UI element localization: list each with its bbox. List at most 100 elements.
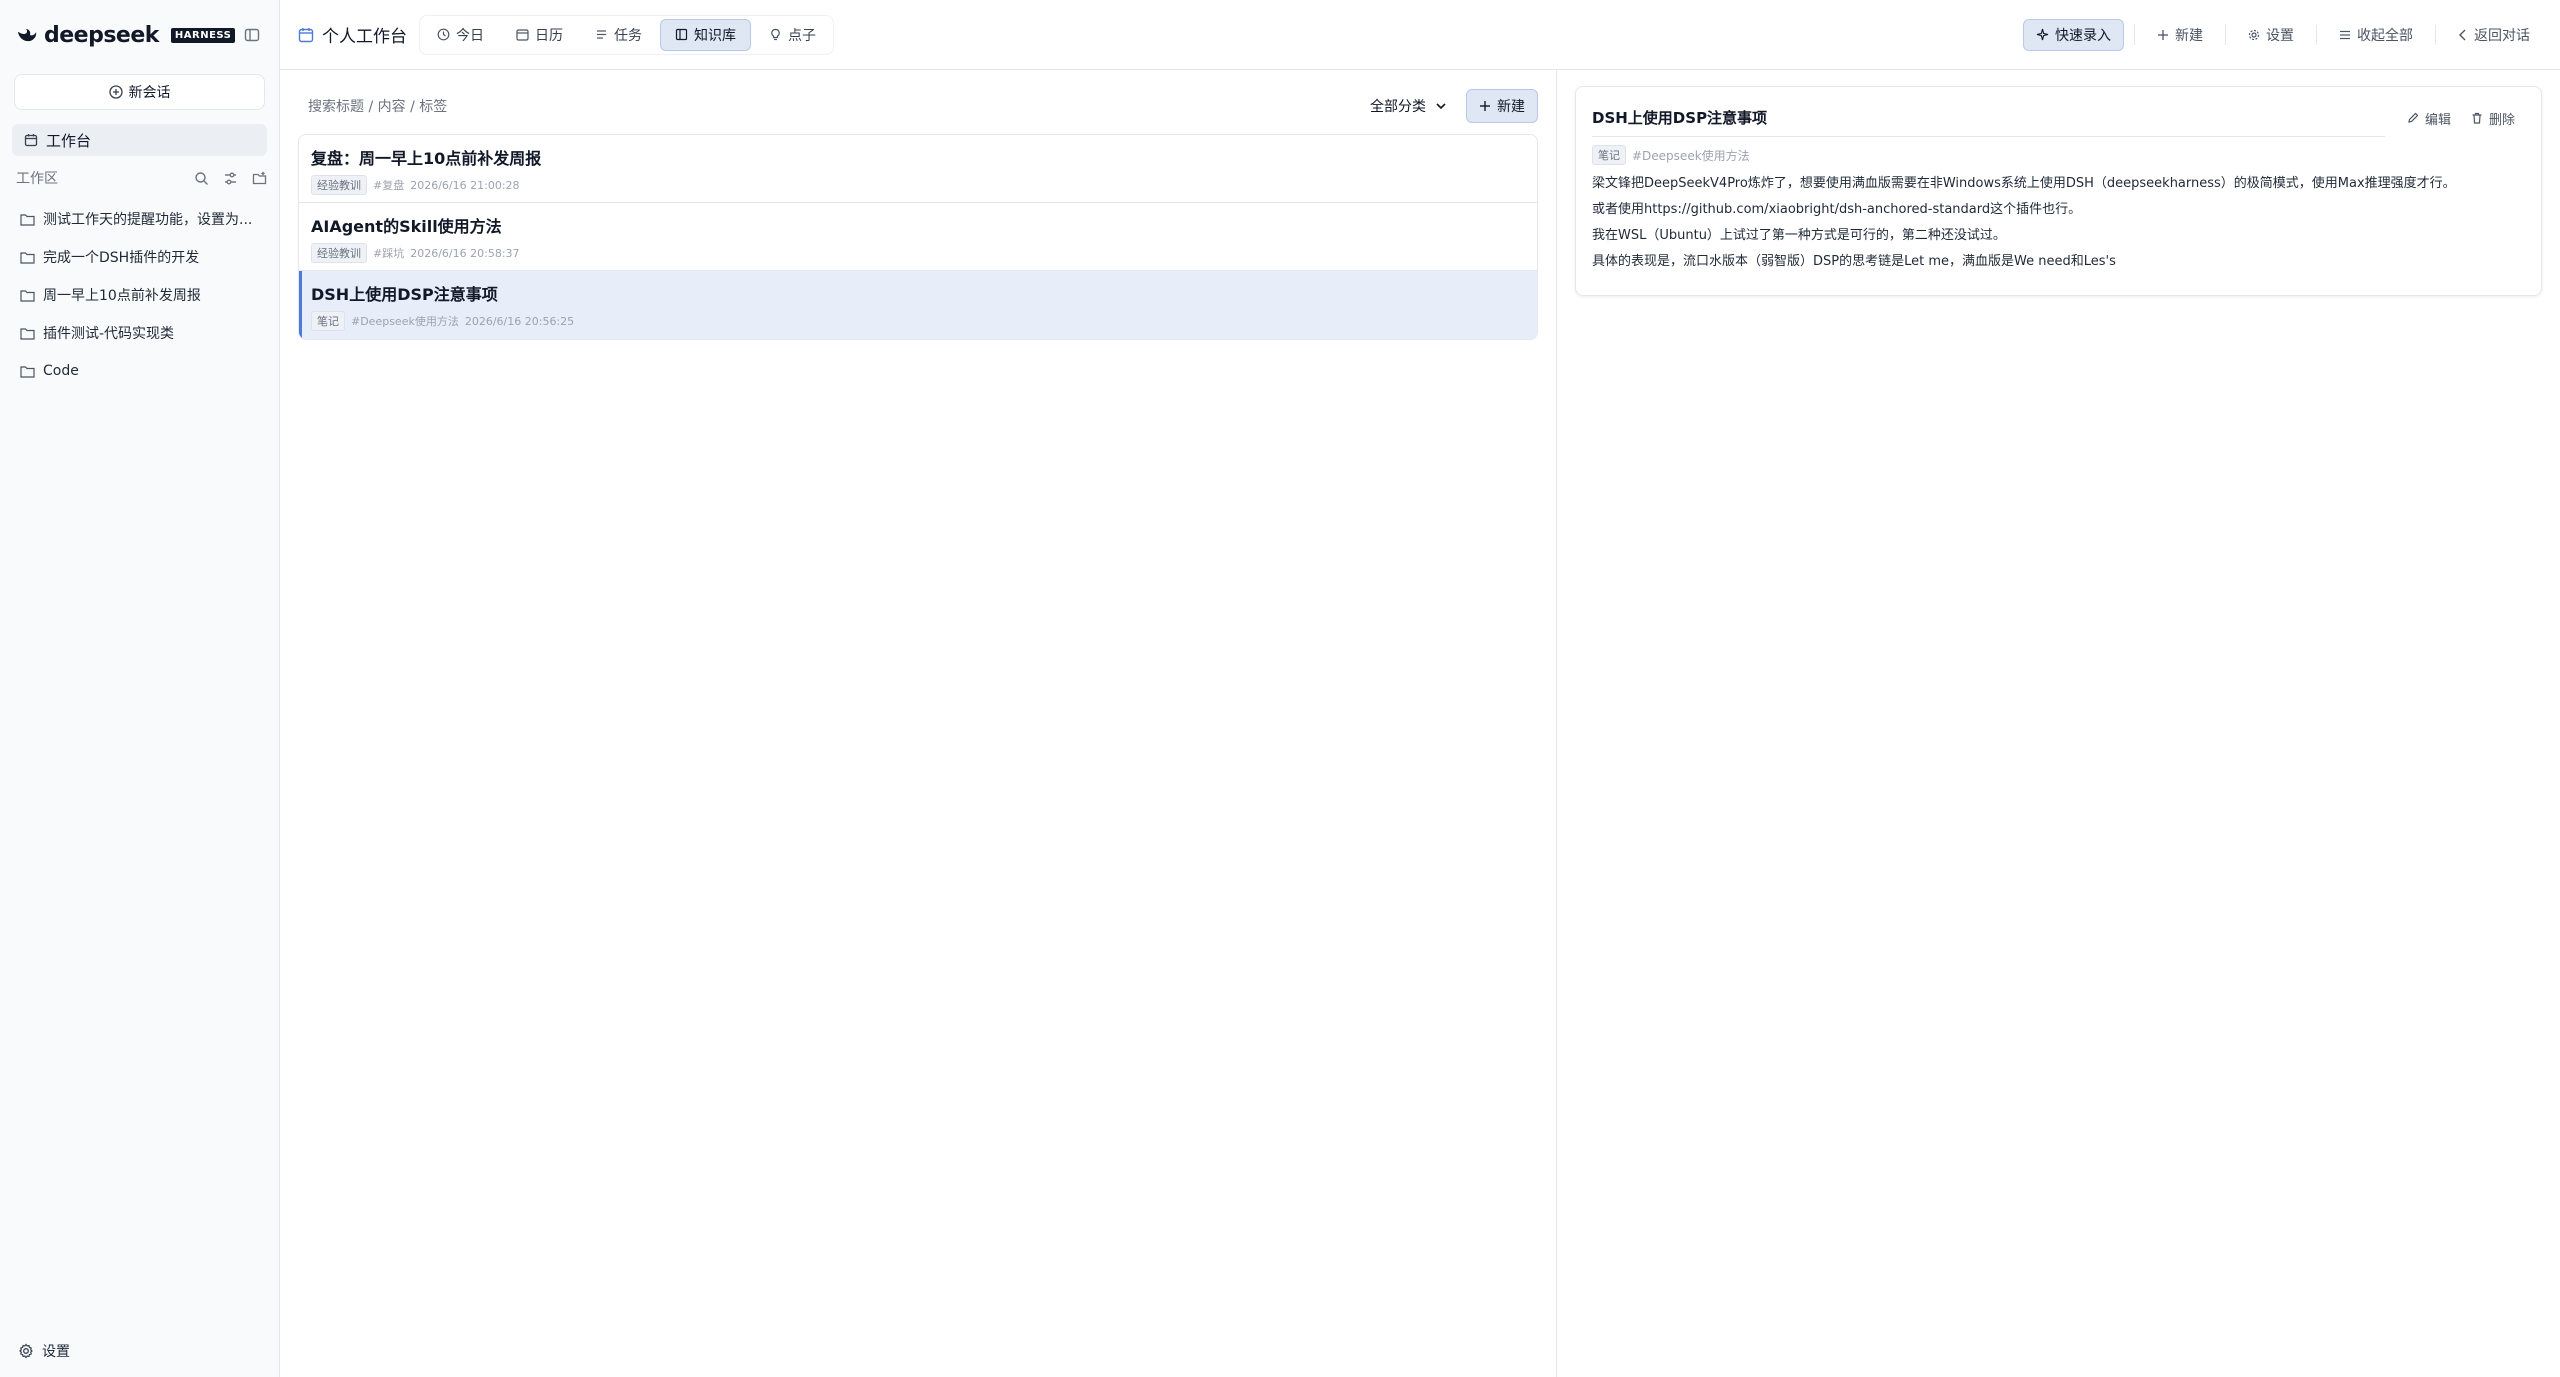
workspace-item-label: 测试工作天的提醒功能，设置为... <box>43 212 253 228</box>
workspace-item-label: 完成一个DSH插件的开发 <box>43 250 200 266</box>
folder-icon <box>20 289 35 302</box>
folder-icon <box>20 213 35 226</box>
search-input[interactable]: 搜索标题 / 内容 / 标签 <box>298 88 1358 124</box>
tab-bar: 今日 日历 任务 知识库 点子 <box>419 14 834 55</box>
clock-icon <box>437 28 450 41</box>
tab-ideas[interactable]: 点子 <box>755 19 830 51</box>
plus-icon <box>2157 29 2169 41</box>
edit-button[interactable]: 编辑 <box>2397 104 2461 132</box>
new-folder-icon[interactable] <box>252 171 267 186</box>
collapse-all-label: 收起全部 <box>2357 27 2413 44</box>
list-icon <box>2339 29 2351 41</box>
back-label: 返回对话 <box>2474 27 2530 44</box>
delete-button[interactable]: 删除 <box>2461 104 2525 132</box>
edit-label: 编辑 <box>2424 112 2451 128</box>
note-title: AIAgent的Skill使用方法 <box>311 217 502 236</box>
calendar-icon <box>516 28 529 41</box>
note-line: 我在WSL（Ubuntu）上试过了第一种方式是可行的，第二种还没试过。 <box>1592 228 2006 243</box>
list-item-selected[interactable]: DSH上使用DSP注意事项 笔记 #Deepseek使用方法 2026/6/16… <box>299 271 1537 339</box>
note-detail-card: DSH上使用DSP注意事项 编辑 删除 笔记 #Deepseek使用方法 梁文锋… <box>1575 86 2542 296</box>
calendar-icon <box>24 133 38 147</box>
note-hashtag: #Deepseek使用方法 <box>1632 148 1750 163</box>
note-line: 梁文锋把DeepSeekV4Pro炼炸了，想要使用满血版需要在非Windows系… <box>1592 176 2456 191</box>
note-hashtag: #踩坑 <box>373 247 405 260</box>
quick-entry-label: 快速录入 <box>2055 27 2111 44</box>
plus-circle-icon <box>108 85 123 99</box>
chevron-down-icon <box>1436 102 1446 110</box>
note-time: 2026/6/16 20:58:37 <box>410 246 520 260</box>
sidebar: deepseek HARNESS 新会话 工作台 工作区 测试工作天的提醒功能，… <box>0 0 280 1377</box>
new-chat-button[interactable]: 新会话 <box>14 74 265 110</box>
tab-tasks[interactable]: 任务 <box>581 19 656 51</box>
list-toolbar: 搜索标题 / 内容 / 标签 全部分类 新建 <box>298 88 1538 124</box>
note-hashtag: #Deepseek使用方法 <box>351 315 459 328</box>
divider <box>2225 24 2226 45</box>
sidebar-settings-button[interactable]: 设置 <box>18 1341 70 1361</box>
list-item[interactable]: 复盘：周一早上10点前补发周报 经验教训 #复盘 2026/6/16 21:00… <box>299 135 1537 203</box>
tab-label: 点子 <box>788 27 816 44</box>
new-note-button[interactable]: 新建 <box>1466 89 1538 123</box>
page-title-text: 个人工作台 <box>322 27 407 47</box>
folder-icon <box>20 327 35 340</box>
tab-calendar[interactable]: 日历 <box>502 19 577 51</box>
note-title: DSH上使用DSP注意事项 <box>311 285 498 304</box>
tab-label: 任务 <box>614 27 642 44</box>
brand-logo[interactable]: deepseek HARNESS <box>16 22 236 48</box>
calendar-icon <box>298 27 314 43</box>
book-icon <box>675 28 688 41</box>
note-hashtag: #复盘 <box>373 179 405 192</box>
settings-label: 设置 <box>42 1344 70 1360</box>
trash-icon <box>2471 112 2483 124</box>
tab-label: 今日 <box>456 27 484 44</box>
gear-icon <box>18 1343 34 1359</box>
divider <box>2134 24 2135 45</box>
workspace-item[interactable]: 测试工作天的提醒功能，设置为... <box>0 200 279 238</box>
notes-list: 复盘：周一早上10点前补发周报 经验教训 #复盘 2026/6/16 21:00… <box>298 134 1538 340</box>
note-detail-title[interactable]: DSH上使用DSP注意事项 <box>1592 107 2385 137</box>
sidebar-item-workbench[interactable]: 工作台 <box>12 124 267 156</box>
workspace-item-label: Code <box>43 363 79 379</box>
workspace-title: 工作区 <box>16 171 58 187</box>
delete-label: 删除 <box>2488 112 2515 128</box>
new-label: 新建 <box>2175 27 2203 44</box>
tab-knowledge-base[interactable]: 知识库 <box>660 18 751 51</box>
page-title: 个人工作台 <box>298 22 407 47</box>
tab-today[interactable]: 今日 <box>423 19 498 51</box>
main-area: 个人工作台 今日 日历 任务 知识库 点子 快速录入 新建 设置 收起全部 返回… <box>280 0 2560 1377</box>
quick-entry-button[interactable]: 快速录入 <box>2023 18 2124 51</box>
sparkle-icon <box>2036 28 2049 41</box>
whale-logo-icon <box>16 26 38 44</box>
category-value: 全部分类 <box>1370 99 1426 115</box>
divider <box>2435 24 2436 45</box>
pencil-icon <box>2407 112 2419 124</box>
workspace-item[interactable]: 完成一个DSH插件的开发 <box>0 238 279 276</box>
list-item[interactable]: AIAgent的Skill使用方法 经验教训 #踩坑 2026/6/16 20:… <box>299 203 1537 271</box>
brand-name: deepseek <box>44 22 159 48</box>
new-button[interactable]: 新建 <box>2145 19 2215 51</box>
folder-icon <box>20 251 35 264</box>
filter-icon[interactable] <box>223 171 238 186</box>
category-select[interactable]: 全部分类 <box>1358 89 1458 123</box>
topbar: 个人工作台 今日 日历 任务 知识库 点子 快速录入 新建 设置 收起全部 返回… <box>280 0 2560 70</box>
workspace-item[interactable]: 周一早上10点前补发周报 <box>0 276 279 314</box>
settings-label: 设置 <box>2266 27 2294 44</box>
search-icon[interactable] <box>194 171 209 186</box>
workspace-list: 测试工作天的提醒功能，设置为... 完成一个DSH插件的开发 周一早上10点前补… <box>0 200 279 390</box>
settings-button[interactable]: 设置 <box>2236 19 2306 51</box>
note-time: 2026/6/16 21:00:28 <box>410 178 520 192</box>
sidebar-toggle-icon[interactable] <box>241 24 263 46</box>
plus-icon <box>1479 100 1491 112</box>
note-body: 梁文锋把DeepSeekV4Pro炼炸了，想要使用满血版需要在非Windows系… <box>1592 171 2525 275</box>
new-note-label: 新建 <box>1497 99 1525 115</box>
workspace-header: 工作区 <box>16 164 267 192</box>
top-actions: 快速录入 新建 设置 收起全部 返回对话 <box>2023 18 2542 51</box>
workspace-item[interactable]: 插件测试-代码实现类 <box>0 314 279 352</box>
list-icon <box>595 28 608 41</box>
new-chat-label: 新会话 <box>128 85 171 101</box>
notes-list-pane: 搜索标题 / 内容 / 标签 全部分类 新建 复盘：周一早上10点前补发周报 经… <box>280 70 1557 1377</box>
back-to-chat-button[interactable]: 返回对话 <box>2446 19 2542 51</box>
collapse-all-button[interactable]: 收起全部 <box>2327 19 2425 51</box>
brand-badge: HARNESS <box>170 27 236 43</box>
note-tag: 笔记 <box>311 311 345 331</box>
workspace-item[interactable]: Code <box>0 352 279 390</box>
